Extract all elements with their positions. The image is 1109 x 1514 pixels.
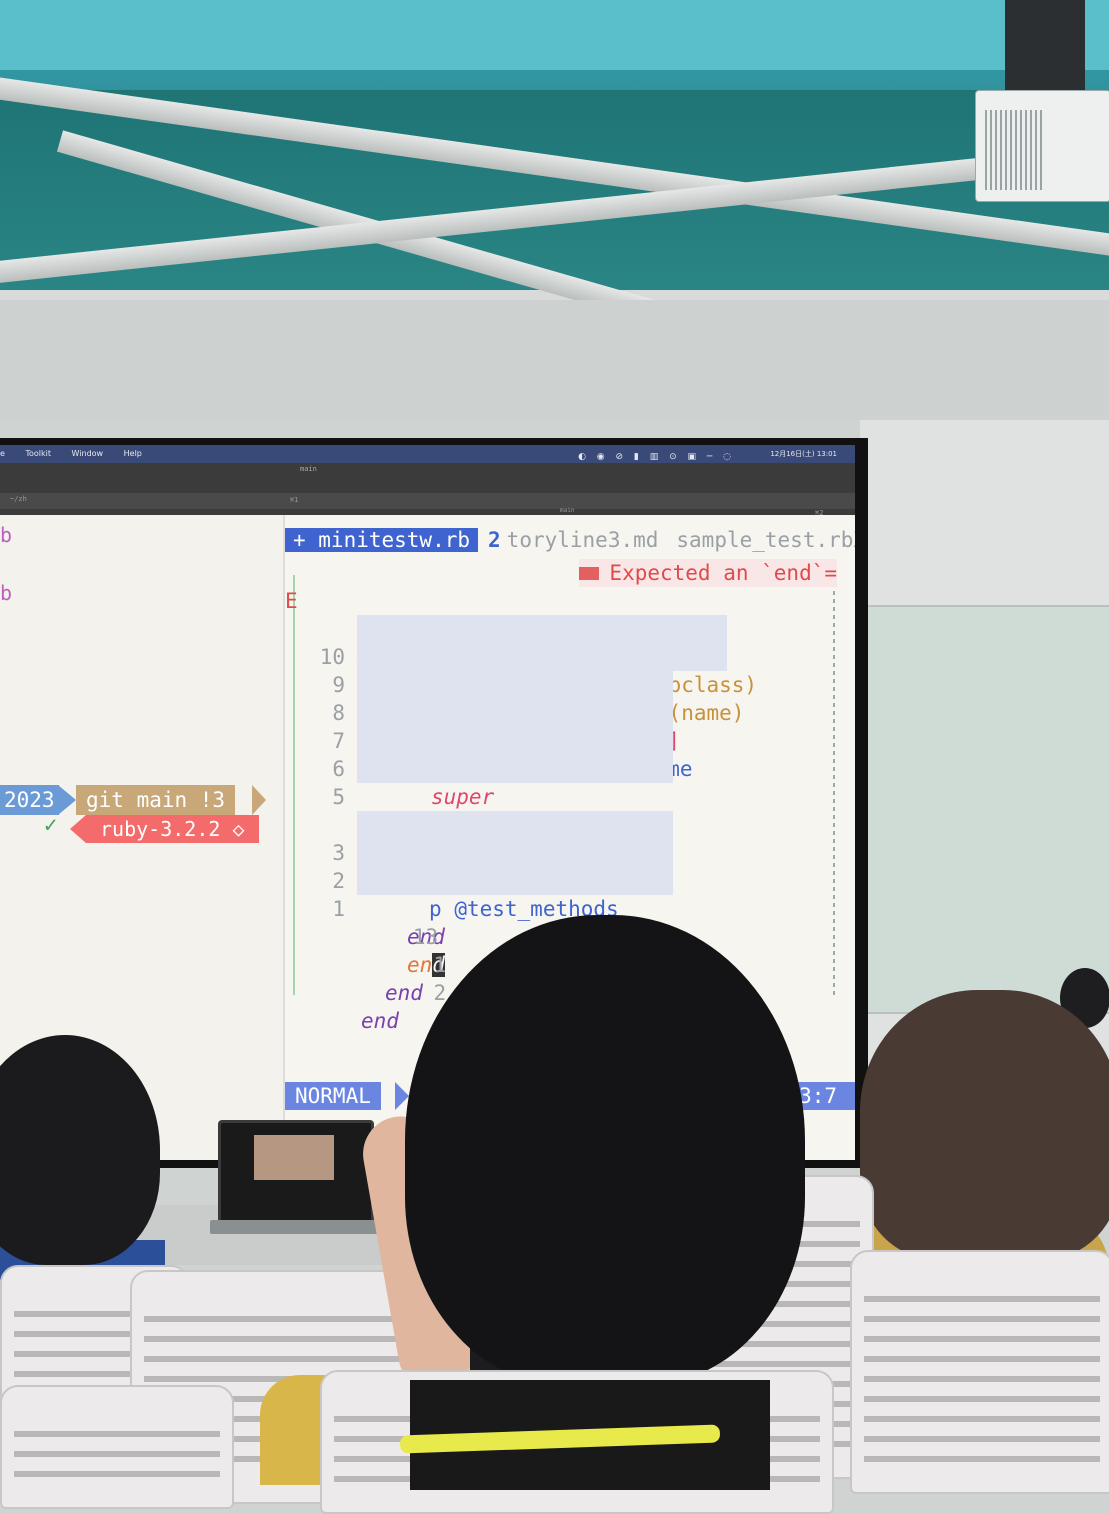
terminal-titlebar: main ~/zh ⌘1 main ⌘2 — [0, 463, 855, 517]
code-line: 10 def self.inherited(subclass) — [320, 615, 757, 697]
prompt-separator — [70, 815, 86, 843]
line-number: 2 — [332, 869, 345, 893]
line-number: 13 — [412, 925, 439, 949]
line-number: 2 — [433, 981, 447, 1005]
terminal-tab-row — [0, 493, 855, 509]
line-number: 8 — [332, 701, 345, 725]
line-number: 7 — [332, 729, 345, 753]
code-line: 5 end — [332, 755, 673, 837]
prompt-directory: 2023 — [0, 785, 59, 815]
mode-indicator: NORMAL — [285, 1082, 381, 1110]
os-menubar: e Toolkit Window Help ◐ ◉ ⊘ ▮ ▥ ⊙ ▣ ─ ◌ … — [0, 445, 855, 463]
pane-left-shortcut: ⌘1 — [290, 496, 299, 504]
code-line: 6 super — [332, 727, 673, 809]
terminal-line: b — [0, 523, 13, 547]
diagnostic-text: Expected an `end`= — [609, 561, 837, 585]
menu-item-window[interactable]: Window — [72, 449, 104, 458]
checkmark-icon: ✓ — [44, 813, 58, 838]
diagnostic-message: Expected an `end`= — [579, 559, 837, 587]
laptop-base — [210, 1220, 380, 1234]
code-line: 11 class Test — [285, 587, 507, 669]
code-line: 4 — [285, 783, 447, 837]
line-number: 6 — [332, 757, 345, 781]
code-text: end — [361, 1009, 399, 1033]
projector-vent — [985, 110, 1045, 190]
line-number: 1 — [433, 953, 447, 977]
line-number: 10 — [319, 645, 345, 669]
error-icon — [579, 567, 600, 580]
prompt-ruby-version: ruby-3.2.2 ◇ — [86, 815, 259, 843]
code-line-current: 13 end — [285, 895, 445, 977]
line-number: 9 — [332, 673, 345, 697]
person-right-head — [860, 990, 1109, 1260]
pane-right-title: main — [560, 507, 575, 514]
gem-icon: ◇ — [232, 817, 245, 841]
code-line: 8 @test_methods ||= [] — [332, 671, 680, 753]
menu-item[interactable]: e — [0, 449, 5, 458]
vim-tabline: + minitestw.rb 2 toryline3.md sample_test.r… — [285, 527, 855, 553]
person-center-head — [405, 915, 805, 1385]
line-number: 3 — [332, 841, 345, 865]
menu-item-help[interactable]: Help — [124, 449, 142, 458]
chair — [0, 1385, 234, 1509]
ceiling-lower — [0, 300, 1109, 420]
chair — [850, 1250, 1109, 1494]
code-line: 3 at_exit do — [332, 811, 673, 893]
scrollbar[interactable] — [833, 575, 835, 995]
code-line: 9 def self.method_added(name) — [332, 643, 744, 725]
projector-mount — [1005, 0, 1085, 95]
prompt-ruby-label: ruby-3.2.2 — [100, 817, 233, 841]
tab-toryline3[interactable]: toryline3.md — [507, 528, 659, 552]
prompt-separator — [58, 785, 76, 815]
laptop-display — [254, 1135, 334, 1180]
tab-count: 2 — [488, 528, 501, 552]
code-line: 2 end — [285, 951, 446, 1033]
code-line: 2 p @test_methods — [332, 839, 673, 921]
code-line: 1 end — [285, 923, 446, 1005]
code-line: 7 @test_methods << name — [332, 699, 693, 781]
menu-item-toolkit[interactable]: Toolkit — [25, 449, 51, 458]
clock[interactable]: 12月16日(土) 13:01 — [770, 445, 837, 463]
code-line: 1 end — [332, 867, 673, 949]
whiteboard — [862, 605, 1109, 1014]
pane-left-title: ~/zh — [10, 495, 27, 503]
ceiling-band — [0, 0, 1109, 70]
terminal-line: b — [0, 581, 13, 605]
terminal-title: main — [300, 465, 317, 473]
tab-sample-test[interactable]: sample_test.rbX — [676, 528, 855, 552]
tab-minitestw[interactable]: + minitestw.rb — [285, 528, 479, 552]
prompt-separator — [252, 785, 266, 815]
prompt-git-status: git main !3 — [76, 785, 236, 815]
code-line: E 12 module Minitestw Expected an `end`= — [285, 559, 855, 669]
